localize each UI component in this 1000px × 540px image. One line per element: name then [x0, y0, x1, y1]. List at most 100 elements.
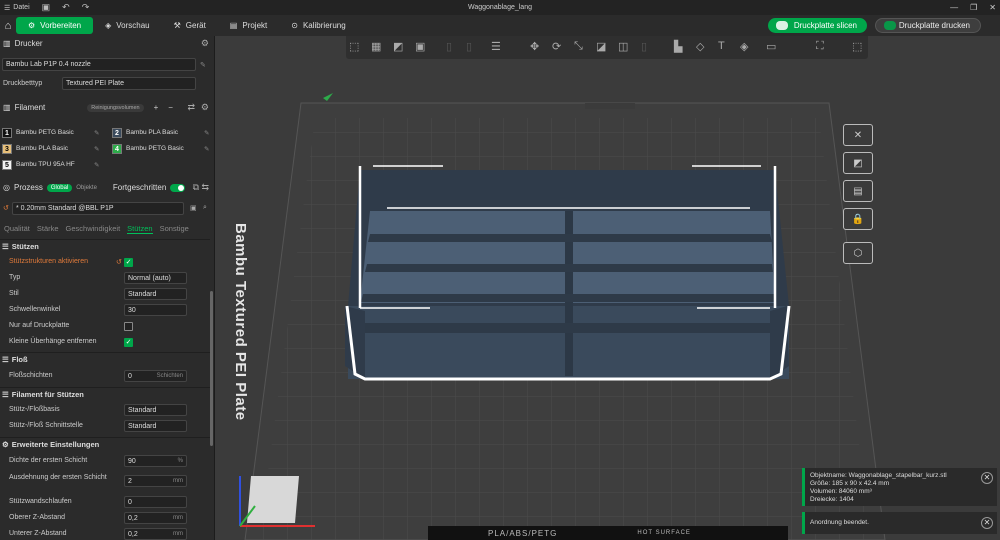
first-density-input[interactable]: 90% [124, 455, 187, 467]
plate-settings-icon[interactable]: ⬡ [843, 242, 873, 264]
plate-icon[interactable]: ▣ [415, 40, 425, 53]
mesh-icon[interactable]: ▯ [641, 40, 647, 53]
file-menu[interactable]: ☰ Datei [0, 4, 30, 12]
support-base-select[interactable]: Standard [124, 404, 187, 416]
grid-icon[interactable]: ▦ [371, 40, 381, 53]
remove-filament-icon[interactable]: − [168, 103, 173, 112]
cut-icon[interactable]: ◫ [618, 40, 628, 53]
filament-name[interactable]: Bambu PLA Basic [16, 145, 68, 152]
only-plate-label: Nur auf Druckplatte [9, 322, 70, 329]
close-info-icon[interactable]: ✕ [981, 472, 993, 484]
print-plate-button[interactable]: Druckplatte drucken [875, 18, 981, 33]
advanced-toggle[interactable] [170, 183, 186, 192]
printer-select[interactable]: Bambu Lab P1P 0.4 nozzle [2, 58, 196, 71]
home-icon[interactable]: ⌂ [0, 20, 16, 32]
assembly-icon[interactable]: ⛶ [816, 40, 824, 53]
close-icon[interactable]: ✕ [989, 0, 996, 15]
undo-icon[interactable]: ↶ [62, 2, 70, 13]
save-icon[interactable]: ▣ [42, 2, 51, 13]
layers-icon[interactable]: ☰ [491, 40, 501, 53]
first-expand-input[interactable]: 2 mm [124, 475, 187, 487]
paint-bucket-icon[interactable]: ◈ [740, 40, 748, 53]
tab-project[interactable]: ▤ Projekt [218, 17, 279, 34]
process-preset-select[interactable]: * 0.20mm Standard @BBL P1P [12, 202, 184, 215]
add-cube-icon[interactable]: ⬚ [349, 40, 359, 53]
raft-layers-input[interactable]: 0 Schichten [124, 370, 187, 382]
filament-gear-icon[interactable]: ⚙ [201, 102, 209, 113]
filament-color-chip[interactable]: 3 [2, 144, 12, 154]
auto-orient-icon[interactable]: ◩ [843, 152, 873, 174]
support-interface-select[interactable]: Standard [124, 420, 187, 432]
enable-support-checkbox[interactable]: ✓ [124, 258, 133, 267]
minimize-icon[interactable]: — [950, 0, 958, 15]
search-icon[interactable]: ⌕ [203, 204, 207, 212]
support-type-select[interactable]: Normal (auto) [124, 272, 187, 284]
filament-name[interactable]: Bambu PETG Basic [126, 145, 184, 152]
move-icon[interactable]: ✥ [530, 40, 539, 53]
remove-small-checkbox[interactable]: ✓ [124, 338, 133, 347]
tab-preview[interactable]: ◈ Vorschau [93, 17, 162, 34]
3d-viewport[interactable]: Bambu Textured PEI Plate ⬚ ▦ ◩ ▣ ▯ ▯ ☰ ✥… [215, 36, 1000, 540]
save-preset-icon[interactable]: ▣ [190, 204, 197, 212]
slice-icon[interactable]: ▯ [466, 40, 472, 53]
rotate-icon[interactable]: ⟳ [552, 40, 561, 53]
tab-strength[interactable]: Stärke [37, 224, 59, 234]
arrange-icon[interactable]: ▤ [843, 180, 873, 202]
threshold-input[interactable]: 30 [124, 304, 187, 316]
scale-icon[interactable]: ⤡ [574, 40, 583, 53]
panel-scrollbar[interactable] [210, 291, 213, 446]
only-plate-checkbox[interactable] [124, 322, 133, 331]
bottom-z-input[interactable]: 0,2 mm [124, 528, 187, 540]
tab-quality[interactable]: Qualität [4, 224, 30, 234]
edit-filament-icon[interactable]: ✎ [204, 145, 209, 153]
split-icon[interactable]: ▯ [446, 40, 452, 53]
text-icon[interactable]: T [718, 40, 725, 52]
sync-icon[interactable]: ⇄ [187, 102, 195, 113]
filament-name[interactable]: Bambu PLA Basic [126, 129, 178, 136]
lay-on-face-icon[interactable]: ◪ [596, 40, 606, 53]
slice-plate-button[interactable]: Druckplatte slicen [768, 18, 867, 33]
filament-color-chip[interactable]: 1 [2, 128, 12, 138]
tab-others[interactable]: Sonstige [160, 224, 189, 234]
edit-printer-icon[interactable]: ✎ [200, 61, 206, 69]
support-paint-icon[interactable]: ▙ [674, 40, 682, 53]
remove-plate-icon[interactable]: ✕ [843, 124, 873, 146]
tab-prepare[interactable]: ⚙ Vorbereiten [16, 17, 94, 34]
tab-calibration[interactable]: ⊙ Kalibrierung [279, 17, 357, 34]
tab-device[interactable]: ⚒ Gerät [162, 17, 218, 34]
objects-toggle[interactable]: Objekte [76, 185, 97, 191]
filament-name[interactable]: Bambu PETG Basic [16, 129, 74, 136]
orient-icon[interactable]: ◩ [393, 40, 403, 53]
seam-icon[interactable]: ◇ [696, 40, 704, 53]
bed-type-value: Textured PEI Plate [66, 80, 124, 87]
filament-color-chip[interactable]: 4 [112, 144, 122, 154]
close-done-icon[interactable]: ✕ [981, 517, 993, 529]
tab-supports[interactable]: Stützen [127, 224, 153, 234]
compare-icon[interactable]: ⇆ [201, 182, 209, 193]
support-style-select[interactable]: Standard [124, 288, 187, 300]
gear-icon[interactable]: ⚙ [201, 38, 209, 49]
settings-panel: ▥ Drucker ⚙ Bambu Lab P1P 0.4 nozzle ✎ D… [0, 36, 215, 540]
tab-speed[interactable]: Geschwindigkeit [66, 224, 121, 234]
view-cube-icon[interactable]: ⬚ [852, 40, 862, 53]
add-filament-icon[interactable]: + [154, 103, 159, 112]
edit-filament-icon[interactable]: ✎ [204, 129, 209, 137]
flush-volume-button[interactable]: Reinigungsvolumen [87, 103, 144, 112]
bed-type-select[interactable]: Textured PEI Plate [62, 77, 196, 90]
edit-filament-icon[interactable]: ✎ [94, 161, 99, 169]
measure-icon[interactable]: ▭ [766, 40, 776, 53]
edit-filament-icon[interactable]: ✎ [94, 145, 99, 153]
redo-icon[interactable]: ↷ [82, 2, 90, 13]
edit-filament-icon[interactable]: ✎ [94, 129, 99, 137]
filament-color-chip[interactable]: 2 [112, 128, 122, 138]
reset-icon[interactable]: ↺ [3, 204, 9, 212]
filament-name[interactable]: Bambu TPU 95A HF [16, 161, 75, 168]
lock-icon[interactable]: 🔒 [843, 208, 873, 230]
wall-loops-input[interactable]: 0 [124, 496, 187, 508]
top-z-input[interactable]: 0,2 mm [124, 512, 187, 524]
filament-color-chip[interactable]: 5 [2, 160, 12, 170]
global-toggle[interactable]: Global [46, 183, 73, 192]
copy-icon[interactable]: ⧉ [193, 182, 199, 193]
reset-support-icon[interactable]: ↺ [116, 258, 122, 266]
restore-icon[interactable]: ❐ [970, 0, 977, 15]
